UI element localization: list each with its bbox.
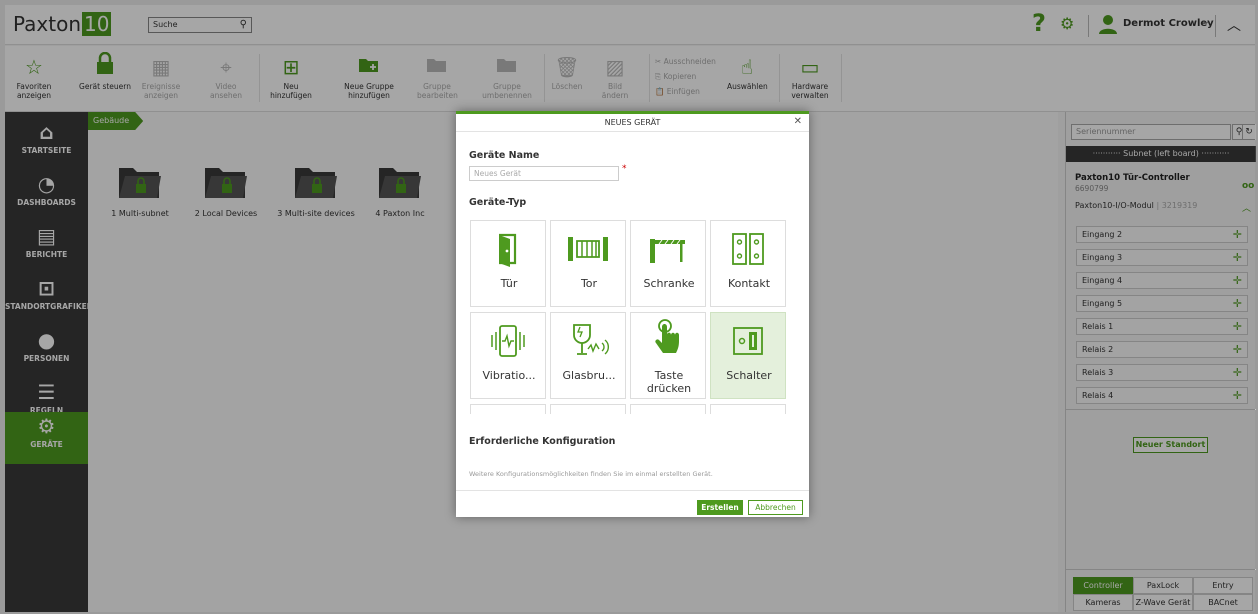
vibration-icon [491, 325, 525, 357]
new-device-dialog: NEUES GERÄT ✕ Geräte Name Neues Gerät * … [456, 111, 809, 517]
app-window: Paxton 10 Suche ⚲ ? ⚙ Dermot Crowley ⌄ ︿ … [5, 5, 1256, 612]
device-type-grid[interactable]: Tür Tor Schranke Kontakt Vibratio... Gla… [469, 220, 799, 414]
gate-icon [568, 237, 608, 261]
tile-label: Tür [500, 277, 518, 290]
door-icon [499, 233, 517, 267]
device-name-input[interactable]: Neues Gerät [469, 166, 619, 181]
device-type-label: Geräte-Typ [469, 197, 527, 208]
barrier-icon [650, 239, 685, 263]
close-icon[interactable]: ✕ [794, 116, 802, 127]
tile-label: Tor [580, 277, 598, 290]
device-type-vibration[interactable]: Vibratio... [470, 312, 546, 399]
device-type-more[interactable] [710, 404, 786, 414]
device-type-more[interactable] [630, 404, 706, 414]
device-type-door[interactable]: Tür [470, 220, 546, 307]
config-note: Weitere Konfigurationsmöglichkeiten find… [469, 470, 713, 478]
device-type-glassbreak[interactable]: Glasbru... [550, 312, 626, 399]
device-type-gate[interactable]: Tor [550, 220, 626, 307]
glassbreak-icon [573, 324, 609, 355]
tile-label: Vibratio... [482, 369, 536, 382]
device-type-switch[interactable]: Schalter [710, 312, 786, 399]
tile-label: Schranke [643, 277, 695, 290]
cancel-button[interactable]: Abbrechen [748, 500, 803, 515]
create-button[interactable]: Erstellen [697, 500, 743, 515]
dialog-footer-divider [456, 490, 809, 491]
required-config-label: Erforderliche Konfiguration [469, 436, 616, 447]
switch-icon [733, 327, 763, 355]
device-type-push-button[interactable]: Taste drücken [630, 312, 706, 399]
tile-label: Kontakt [727, 277, 771, 290]
tile-label: Schalter [726, 369, 772, 382]
required-marker: * [622, 164, 627, 174]
device-name-label: Geräte Name [469, 150, 540, 161]
tile-label: Glasbru... [562, 369, 616, 382]
device-type-contact[interactable]: Kontakt [710, 220, 786, 307]
device-type-barrier[interactable]: Schranke [630, 220, 706, 307]
device-type-more[interactable] [550, 404, 626, 414]
dialog-title: NEUES GERÄT [456, 114, 809, 132]
contact-icon [732, 233, 764, 265]
push-button-icon [655, 319, 679, 353]
device-type-more[interactable] [470, 404, 546, 414]
tile-label: Taste drücken [646, 369, 692, 395]
